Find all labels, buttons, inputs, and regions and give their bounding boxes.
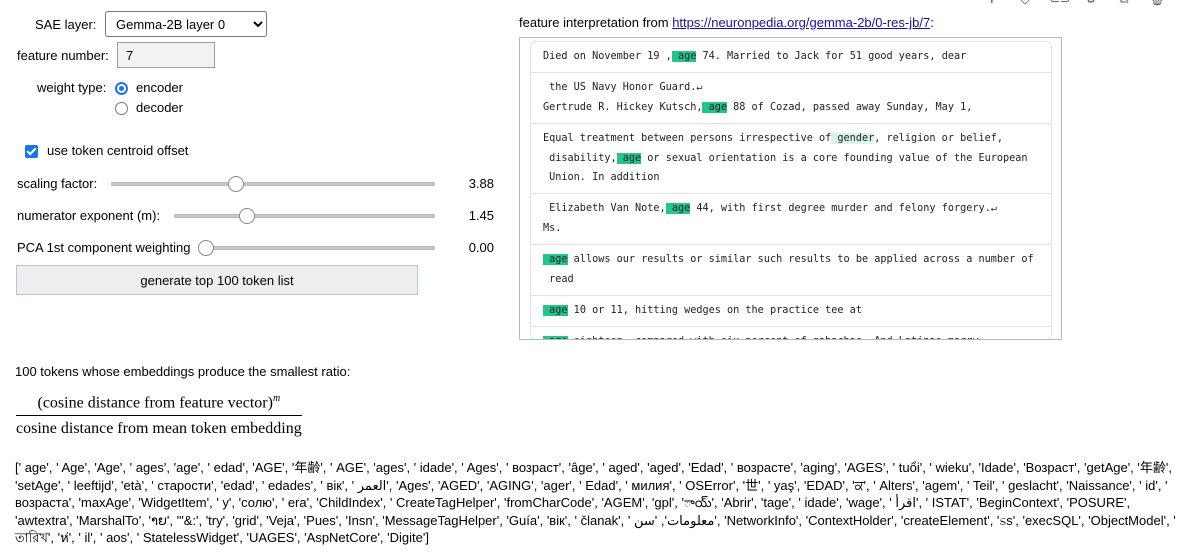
highlighted-token: age xyxy=(543,254,568,266)
radio-decoder[interactable]: decoder xyxy=(115,100,183,116)
numerator-exponent-handle[interactable] xyxy=(239,208,255,224)
centroid-offset-toggle[interactable]: use token centroid offset xyxy=(25,143,188,159)
snippet-row: Equal treatment between persons irrespec… xyxy=(531,124,1051,195)
diamond-icon[interactable]: ◇ xyxy=(1016,0,1034,8)
centroid-offset-label: use token centroid offset xyxy=(47,143,189,158)
ratio-formula: (cosine distance from feature vector)m c… xyxy=(16,393,302,438)
sae-layer-select[interactable]: Gemma-2B layer 0 xyxy=(105,11,267,37)
snippet-text: eighteen, compared with six percent of g… xyxy=(568,336,979,339)
trash-icon[interactable]: 🗑 xyxy=(1148,0,1166,8)
pca-weighting-handle[interactable] xyxy=(198,240,214,256)
radio-decoder-label: decoder xyxy=(136,100,183,115)
formula-numerator-text: (cosine distance from feature vector) xyxy=(37,394,273,412)
highlighted-token: age xyxy=(616,152,642,164)
toolbar: ✛ ◇ ⊂⊃ ⚙ ⧉ 🗑 xyxy=(983,0,1166,8)
numerator-exponent-label: numerator exponent (m): xyxy=(17,208,161,223)
pca-weighting-slider[interactable] xyxy=(198,246,435,250)
highlighted-token: age xyxy=(543,336,568,339)
snippet-text: 88 of Cozad, passed away Sunday, May 1, xyxy=(727,101,973,113)
generate-token-list-button[interactable]: generate top 100 token list xyxy=(16,265,418,295)
snippet-row: age allows our results or similar such r… xyxy=(531,245,1051,297)
feature-number-input[interactable] xyxy=(117,42,215,68)
plus-icon[interactable]: ✛ xyxy=(983,0,1001,8)
centroid-offset-checkbox[interactable] xyxy=(25,144,38,158)
highlighted-token: age xyxy=(671,51,697,62)
feature-number-label: feature number: xyxy=(17,48,109,63)
snippet-text: 74. Married to Jack for 51 good years, d… xyxy=(696,51,967,62)
formula-numerator: (cosine distance from feature vector)m xyxy=(16,393,302,415)
interpretation-suffix: : xyxy=(930,15,934,30)
pca-weighting-label: PCA 1st component weighting xyxy=(17,240,191,255)
token-list-output: [' age', ' Age', 'Age', ' ages', 'age', … xyxy=(15,460,1176,546)
scaling-factor-label: scaling factor: xyxy=(17,176,98,191)
radio-encoder[interactable]: encoder xyxy=(115,80,183,96)
snippet-text: Equal treatment between persons irrespec… xyxy=(543,133,832,145)
numerator-exponent-value: 1.45 xyxy=(468,208,494,223)
interpretation-prefix: feature interpretation from xyxy=(519,15,673,30)
snippet-row: Died on November 19 , age 74. Married to… xyxy=(531,42,1051,74)
link-icon[interactable]: ⊂⊃ xyxy=(1049,0,1071,8)
snippet-row: the US Navy Honor Guard.↵ Gertrude R. Hi… xyxy=(531,73,1051,125)
highlighted-token: age xyxy=(543,305,568,317)
radio-decoder-dot[interactable] xyxy=(115,101,128,115)
scaling-factor-handle[interactable] xyxy=(228,176,244,192)
interpretation-frame[interactable]: Died on November 19 , age 74. Married to… xyxy=(519,37,1062,340)
snippet-text: allows our results or similar such resul… xyxy=(549,254,1034,285)
snippet-text: 10 or 11, hitting wedges on the practice… xyxy=(567,305,862,317)
formula-exponent: m xyxy=(272,393,281,404)
snippet-list[interactable]: Died on November 19 , age 74. Married to… xyxy=(530,41,1052,339)
scaling-factor-slider[interactable] xyxy=(111,182,435,186)
scaling-factor-value: 3.88 xyxy=(468,176,494,191)
radio-encoder-label: encoder xyxy=(136,80,183,95)
gear-icon[interactable]: ⚙ xyxy=(1082,0,1100,8)
snippet-row: age 10 or 11, hitting wedges on the prac… xyxy=(531,296,1051,328)
snippet-text: Elizabeth Van Note, xyxy=(543,203,666,215)
numerator-exponent-slider[interactable] xyxy=(174,214,435,218)
snippet-row: age eighteen, compared with six percent … xyxy=(531,327,1051,339)
neuronpedia-link[interactable]: https://neuronpedia.org/gemma-2b/0-res-j… xyxy=(672,15,930,30)
snippet-text: the US Navy Honor Guard.↵ Gertrude R. Hi… xyxy=(543,82,703,113)
results-heading: 100 tokens whose embeddings produce the … xyxy=(15,364,351,379)
weight-type-label: weight type: xyxy=(37,80,107,95)
expand-icon[interactable]: ⧉ xyxy=(1115,0,1133,8)
sae-layer-label: SAE layer: xyxy=(35,17,97,32)
highlighted-token: gender xyxy=(831,133,875,145)
snippet-row: Elizabeth Van Note, age 44, with first d… xyxy=(531,194,1051,246)
highlighted-token: age xyxy=(665,203,691,215)
highlighted-token: age xyxy=(702,101,728,113)
interpretation-heading: feature interpretation from https://neur… xyxy=(519,15,934,31)
snippet-text: Died on November 19 , xyxy=(543,51,672,62)
pca-weighting-value: 0.00 xyxy=(468,240,494,255)
radio-encoder-dot[interactable] xyxy=(115,81,128,95)
formula-denominator: cosine distance from mean token embeddin… xyxy=(16,415,302,438)
